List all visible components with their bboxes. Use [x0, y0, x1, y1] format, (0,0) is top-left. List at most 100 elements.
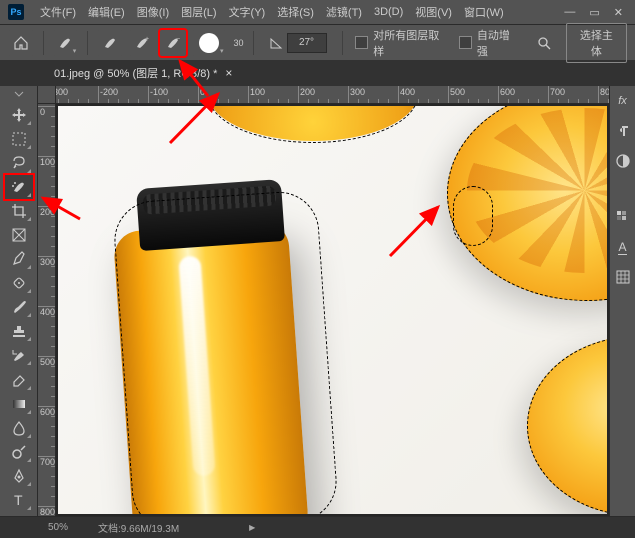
- home-button[interactable]: [8, 30, 34, 56]
- close-button[interactable]: ✕: [614, 6, 623, 19]
- main-area: T -300-200-10001002003004005006007008009…: [0, 86, 635, 516]
- ruler-tick-label: 300: [350, 87, 365, 97]
- selection-marquee: [453, 186, 493, 246]
- menu-edit[interactable]: 编辑(E): [82, 2, 131, 22]
- panel-character[interactable]: A: [614, 238, 632, 256]
- marquee-icon: [11, 131, 27, 147]
- ruler-horizontal[interactable]: -300-200-1000100200300400500600700800900…: [56, 86, 609, 104]
- ruler-origin[interactable]: [38, 86, 56, 104]
- move-tool[interactable]: [5, 103, 33, 127]
- auto-enhance-label: 自动增强: [477, 27, 520, 59]
- status-bar: 50% 文档:9.66M/19.3M ▶: [0, 516, 635, 538]
- panel-paragraph[interactable]: [614, 122, 632, 140]
- frame-tool[interactable]: [5, 223, 33, 247]
- right-panel-dock: fx A: [609, 86, 635, 516]
- brush-new-icon: [102, 35, 118, 51]
- eraser-icon: [11, 371, 27, 387]
- menu-filter[interactable]: 滤镜(T): [320, 2, 368, 22]
- ruler-tick-label: 0: [40, 107, 45, 117]
- panel-adjustments[interactable]: [614, 152, 632, 170]
- status-caret-icon[interactable]: ▶: [249, 523, 255, 532]
- eraser-tool[interactable]: [5, 367, 33, 391]
- menu-type[interactable]: 文字(Y): [223, 2, 272, 22]
- document-tab[interactable]: 01.jpeg @ 50% (图层 1, RGB/8) * ×: [44, 60, 242, 86]
- ruler-tick-label: 700: [550, 87, 565, 97]
- search-button[interactable]: [532, 31, 556, 55]
- add-selection-button[interactable]: +: [129, 30, 155, 56]
- fx-icon: fx: [618, 95, 627, 107]
- angle-icon: [269, 36, 283, 50]
- blur-tool[interactable]: [5, 416, 33, 440]
- svg-text:+: +: [145, 36, 149, 43]
- gradient-icon: [11, 396, 27, 412]
- toolbox-collapse[interactable]: [12, 90, 26, 99]
- clone-stamp-tool[interactable]: [5, 319, 33, 343]
- subtract-selection-button[interactable]: −: [160, 30, 186, 56]
- ruler-tick-label: 800: [600, 87, 609, 97]
- menu-3d[interactable]: 3D(D): [368, 4, 409, 20]
- angle-input[interactable]: [287, 33, 327, 53]
- app-logo: Ps: [8, 4, 24, 20]
- document-info[interactable]: 文档:9.66M/19.3M: [98, 520, 179, 535]
- ruler-tick-label: 100: [250, 87, 265, 97]
- panel-glyphs[interactable]: [614, 268, 632, 286]
- quick-select-icon: [11, 179, 27, 195]
- auto-enhance-option[interactable]: 自动增强: [459, 27, 520, 59]
- checkbox-icon[interactable]: [355, 36, 368, 49]
- brush-icon: [11, 299, 27, 315]
- history-brush-icon: [11, 347, 27, 363]
- history-brush-tool[interactable]: [5, 343, 33, 367]
- panel-styles[interactable]: fx: [614, 92, 632, 110]
- ruler-vertical[interactable]: 0100200300400500600700800: [38, 104, 56, 516]
- new-selection-button[interactable]: [97, 30, 123, 56]
- brush-picker[interactable]: ▾: [192, 30, 225, 56]
- marquee-tool[interactable]: [5, 127, 33, 151]
- menu-select[interactable]: 选择(S): [271, 2, 320, 22]
- toolbox: T: [0, 86, 38, 516]
- pen-tool[interactable]: [5, 464, 33, 488]
- brush-tool[interactable]: [5, 295, 33, 319]
- crop-tool[interactable]: [5, 199, 33, 223]
- gradient-tool[interactable]: [5, 392, 33, 416]
- dodge-icon: [11, 444, 27, 460]
- menu-file[interactable]: 文件(F): [34, 2, 82, 22]
- patch-icon: [11, 275, 27, 291]
- lasso-icon: [11, 155, 27, 171]
- ruler-tick-label: -300: [56, 87, 68, 97]
- tool-preset-picker[interactable]: ▾: [53, 30, 79, 56]
- menu-image[interactable]: 图像(I): [131, 2, 175, 22]
- character-icon: A: [618, 240, 626, 255]
- menu-window[interactable]: 窗口(W): [458, 2, 510, 22]
- quick-selection-tool[interactable]: [5, 175, 33, 199]
- select-subject-button[interactable]: 选择主体: [566, 23, 627, 63]
- svg-text:T: T: [14, 492, 23, 508]
- ruler-tick-label: 400: [400, 87, 415, 97]
- ruler-tick-label: 500: [450, 87, 465, 97]
- spot-healing-tool[interactable]: [5, 271, 33, 295]
- minimize-button[interactable]: —: [564, 6, 575, 19]
- ruler-tick-label: 800: [40, 507, 55, 516]
- close-tab-button[interactable]: ×: [225, 66, 232, 80]
- zoom-level[interactable]: 50%: [48, 522, 68, 533]
- options-bar: ▾ + − ▾ 30 对所有图层取样 自动增强 选择主体: [0, 24, 635, 60]
- crop-icon: [11, 203, 27, 219]
- adjustments-icon: [616, 154, 630, 168]
- panel-swatches[interactable]: [614, 208, 632, 226]
- sample-all-layers-option[interactable]: 对所有图层取样: [355, 27, 449, 59]
- document-tab-title: 01.jpeg @ 50% (图层 1, RGB/8) *: [54, 65, 217, 81]
- ruler-tick-label: -200: [100, 87, 118, 97]
- double-chevron-icon: [14, 91, 24, 97]
- document-canvas[interactable]: [58, 106, 607, 514]
- lasso-tool[interactable]: [5, 151, 33, 175]
- quick-select-brush-icon: [57, 35, 73, 51]
- eyedropper-tool[interactable]: [5, 247, 33, 271]
- type-tool[interactable]: T: [5, 488, 33, 512]
- eyedropper-icon: [11, 251, 27, 267]
- restore-button[interactable]: ▭: [589, 6, 599, 19]
- glyphs-icon: [616, 270, 630, 284]
- checkbox-icon[interactable]: [459, 36, 472, 49]
- menu-view[interactable]: 视图(V): [409, 2, 458, 22]
- brush-subtract-icon: −: [165, 35, 181, 51]
- dodge-tool[interactable]: [5, 440, 33, 464]
- menu-layer[interactable]: 图层(L): [175, 2, 222, 22]
